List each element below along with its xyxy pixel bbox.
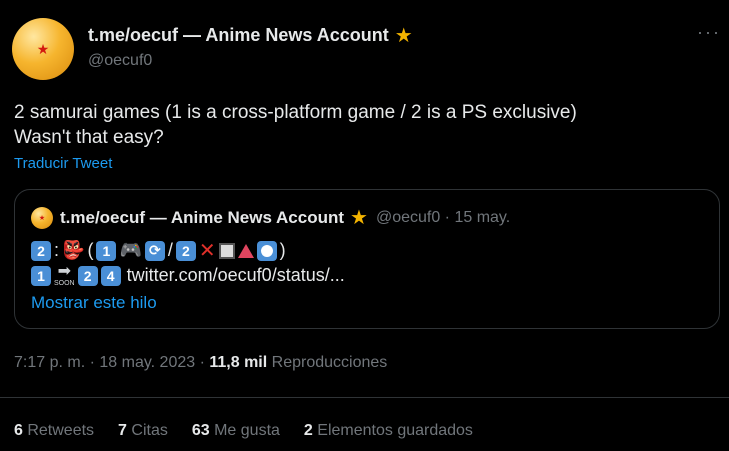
retweets-label: Retweets xyxy=(22,422,95,439)
star-badge-icon: ★ xyxy=(394,24,413,47)
quoted-tweet-card[interactable]: ★ t.me/oecuf — Anime News Account ★ @oec… xyxy=(14,189,720,329)
gamepad-icon: 🎮 xyxy=(119,240,142,260)
likes-label: Me gusta xyxy=(209,422,280,439)
author-handle[interactable]: @oecuf0 xyxy=(88,52,152,70)
likes-count: 63 xyxy=(191,422,210,439)
ogre-icon: 👺 xyxy=(62,240,85,260)
quoted-emoji-line: 2 : 👺 ( 1 🎮 ⟳ / 2 ✕ ) xyxy=(31,238,289,263)
quotes-label: Citas xyxy=(126,422,168,439)
square-button-icon xyxy=(218,242,235,259)
tweet-text: 2 samurai games (1 is a cross-platform g… xyxy=(14,102,577,148)
keycap-2-icon: 2 xyxy=(31,240,51,261)
author-name[interactable]: t.me/oecuf — Anime News Account xyxy=(88,25,389,46)
quoted-author-name: t.me/oecuf — Anime News Account xyxy=(60,208,345,227)
slash-text: / xyxy=(167,240,173,260)
quoted-handle-date: @oecuf0 · 15 may. xyxy=(375,209,511,226)
keycap-1-icon: 1 xyxy=(31,265,51,286)
divider xyxy=(0,397,729,398)
star-badge-icon: ★ xyxy=(350,207,368,229)
retweets-count: 6 xyxy=(14,422,23,439)
quoted-link-line: 1 ➡ SOON 2 4 twitter.com/oecuf0/status/.… xyxy=(31,264,345,287)
cross-mark-icon: ✕ xyxy=(198,240,216,262)
show-thread-link[interactable]: Mostrar este hilo xyxy=(31,293,157,313)
dragon-ball-star-icon: ★ xyxy=(36,41,50,57)
soon-label: SOON xyxy=(54,280,75,287)
keycap-4-icon: 4 xyxy=(100,265,121,286)
quoted-link-text: twitter.com/oecuf0/status/... xyxy=(126,265,345,285)
translate-tweet-link[interactable]: Traducir Tweet xyxy=(14,155,112,172)
quotes-stat[interactable]: 7 Citas xyxy=(118,422,168,440)
paren-close-text: ) xyxy=(279,240,286,260)
more-options-icon[interactable]: ··· xyxy=(697,22,721,43)
triangle-button-icon xyxy=(237,243,254,258)
paren-open-text: ( xyxy=(87,240,94,260)
bookmarks-count: 2 xyxy=(303,422,313,439)
quotes-count: 7 xyxy=(118,422,127,439)
soon-arrow-icon: ➡ SOON xyxy=(54,263,75,288)
engagement-stats: 6 Retweets 7 Citas 63 Me gusta 2 Element… xyxy=(14,422,497,440)
repeat-icon: ⟳ xyxy=(144,240,165,261)
author-row[interactable]: t.me/oecuf — Anime News Account ★ xyxy=(88,25,413,46)
keycap-2-icon: 2 xyxy=(175,240,196,261)
keycap-2-icon: 2 xyxy=(77,265,98,286)
quoted-tweet-header: t.me/oecuf — Anime News Account ★ @oecuf… xyxy=(60,208,510,228)
colon-text: : xyxy=(54,240,60,260)
timestamp-text[interactable]: 7:17 p. m. · 18 may. 2023 · xyxy=(14,354,209,371)
retweets-stat[interactable]: 6 Retweets xyxy=(14,422,94,440)
views-label: Reproducciones xyxy=(267,354,388,371)
quoted-author-avatar: ★ xyxy=(31,207,53,229)
bookmarks-stat[interactable]: 2 Elementos guardados xyxy=(304,422,473,440)
circle-button-icon xyxy=(256,240,277,261)
dragon-ball-star-icon: ★ xyxy=(38,214,46,222)
keycap-1-icon: 1 xyxy=(96,240,117,261)
bookmarks-label: Elementos guardados xyxy=(312,422,473,439)
tweet-timestamp: 7:17 p. m. · 18 may. 2023 · 11,8 mil Rep… xyxy=(14,354,387,372)
author-avatar[interactable]: ★ xyxy=(12,18,74,80)
likes-stat[interactable]: 63 Me gusta xyxy=(192,422,280,440)
views-count: 11,8 mil xyxy=(209,354,268,371)
